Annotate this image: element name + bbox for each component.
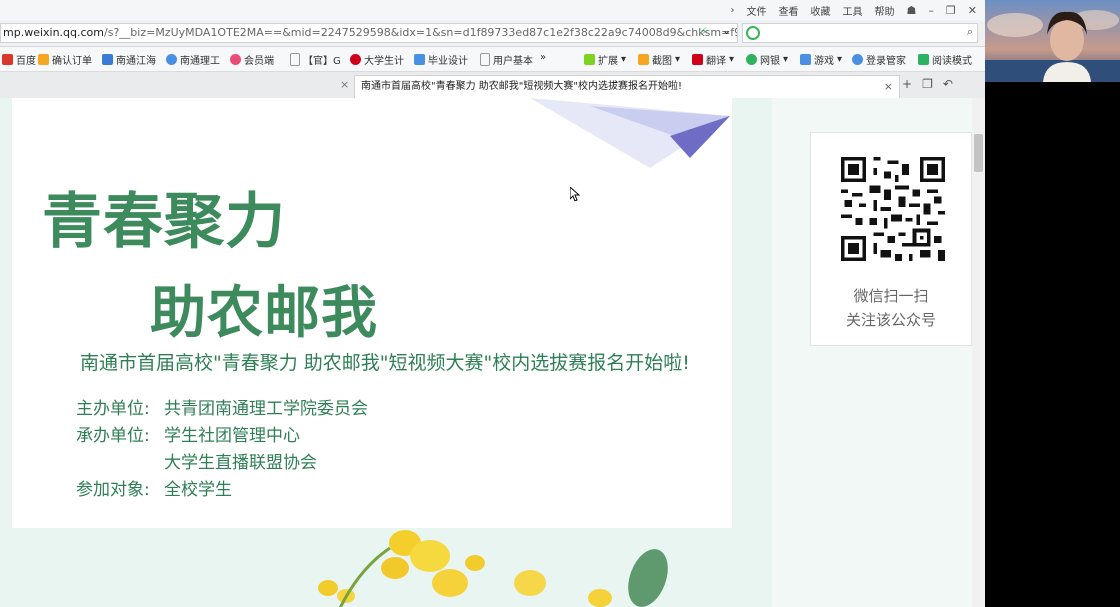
video-sidebar xyxy=(985,0,1120,607)
menu-file[interactable]: 文件 xyxy=(747,3,767,18)
organizer-line: 主办单位: 共青团南通理工学院委员会 xyxy=(76,394,368,419)
host-value-2: 大学生直播联盟协会 xyxy=(164,453,317,473)
address-bar: mp.weixin.qq.com/s?__biz=MzUyMDA1OTE2MA=… xyxy=(0,20,985,47)
toolbar-banking[interactable]: 网银 ▾ xyxy=(746,52,788,67)
bookmark-nantong-jianghai[interactable]: 南通江海 xyxy=(102,52,156,67)
close-tab-icon[interactable]: × xyxy=(340,78,349,91)
bookmark-icon xyxy=(230,54,241,65)
bookmark-icon xyxy=(414,54,425,65)
host-label: 承办单位: xyxy=(76,426,150,446)
webcam-video-feed xyxy=(985,0,1120,82)
bookmark-confirm-order[interactable]: 确认订单 xyxy=(38,52,92,67)
qr-caption-scan: 微信扫一扫 xyxy=(853,287,929,305)
toolbar-reading-mode[interactable]: 阅读模式 xyxy=(918,52,972,67)
search-icon[interactable]: ⌕ xyxy=(967,25,973,39)
url-host: mp.weixin.qq.com xyxy=(3,26,105,39)
toolbar-login-manager[interactable]: 登录管家 xyxy=(852,52,906,67)
accelerate-icon[interactable]: ⚡ xyxy=(700,25,708,38)
screenshot-icon xyxy=(638,54,649,65)
poster-card: 青春聚力 助农邮我 南通市首届高校"青春聚力 助农邮我"短视频大赛"校内选拔赛报… xyxy=(12,98,732,528)
tab-title: 南通市首届高校"青春聚力 助农邮我"短视频大赛"校内选拔赛报名开始啦! xyxy=(361,81,682,92)
participants-value: 全校学生 xyxy=(164,480,232,500)
organizer-label: 主办单位: xyxy=(76,399,150,419)
menu-bar: › 文件 查看 收藏 工具 帮助 ☗ – ❐ ✕ xyxy=(0,0,985,20)
dropdown-icon: ▾ xyxy=(783,54,789,65)
page-icon xyxy=(290,53,300,66)
participants-label: 参加对象: xyxy=(76,480,150,500)
host-line-2: 大学生直播联盟协会 xyxy=(76,448,317,473)
host-value-1: 学生社团管理中心 xyxy=(164,426,300,446)
url-input[interactable]: mp.weixin.qq.com/s?__biz=MzUyMDA1OTE2MA=… xyxy=(0,23,738,43)
article-area: 青春聚力 助农邮我 南通市首届高校"青春聚力 助农邮我"短视频大赛"校内选拔赛报… xyxy=(0,98,772,607)
undo-close-icon[interactable]: ↶ xyxy=(943,77,953,91)
reading-mode-icon xyxy=(918,54,929,65)
bookmark-member[interactable]: 会员端 xyxy=(230,52,274,67)
games-icon xyxy=(800,54,811,65)
toolbar-games[interactable]: 游戏 ▾ xyxy=(800,52,842,67)
mouse-cursor-icon xyxy=(570,187,580,201)
headline-secondary: 助农邮我 xyxy=(150,281,378,346)
page-icon xyxy=(480,53,490,66)
participants-line: 参加对象: 全校学生 xyxy=(76,475,232,500)
qr-code-image[interactable] xyxy=(841,157,945,261)
tab-article[interactable]: 南通市首届高校"青春聚力 助农邮我"短视频大赛"校内选拔赛报名开始啦! × xyxy=(354,75,900,98)
bookmark-icon xyxy=(38,54,49,65)
bookmark-nantong-ligong[interactable]: 南通理工 xyxy=(166,52,220,67)
bookmark-icon xyxy=(102,54,113,65)
skin-icon[interactable]: ☗ xyxy=(907,4,917,17)
tab-list-icon[interactable]: ❐ xyxy=(922,77,933,91)
vertical-scrollbar[interactable] xyxy=(972,98,985,607)
rapeseed-flowers-illustration xyxy=(318,530,668,607)
bookmark-user-basic[interactable]: 用户基本 xyxy=(480,52,533,67)
key-icon xyxy=(852,54,863,65)
toolbar-extensions[interactable]: 扩展 ▾ xyxy=(584,52,626,67)
translate-icon xyxy=(692,54,703,65)
paper-plane-illustration xyxy=(530,98,730,168)
url-path: /s?__biz=MzUyMDA1OTE2MA==&mid=2247529598… xyxy=(104,26,738,39)
qr-follow-panel: 微信扫一扫 关注该公众号 xyxy=(810,132,972,346)
menu-tools[interactable]: 工具 xyxy=(843,3,863,18)
toolbar-screenshot[interactable]: 截图 ▾ xyxy=(638,52,680,67)
extensions-icon xyxy=(584,54,595,65)
bookmark-icon xyxy=(166,54,177,65)
host-line: 承办单位: 学生社团管理中心 xyxy=(76,421,300,446)
menu-view[interactable]: 查看 xyxy=(779,3,799,18)
bookmark-official[interactable]: 【官】G xyxy=(290,52,341,67)
url-dropdown-icon[interactable]: ⌄ xyxy=(722,24,731,37)
new-tab-icon[interactable]: + xyxy=(902,77,912,91)
headline-primary: 青春聚力 xyxy=(42,187,286,257)
menu-expand-icon[interactable]: › xyxy=(731,5,735,16)
tab-strip: × 南通市首届高校"青春聚力 助农邮我"短视频大赛"校内选拔赛报名开始啦! × … xyxy=(0,72,985,99)
toolbar-translate[interactable]: 翻译 ▾ xyxy=(692,52,734,67)
search-engine-icon[interactable] xyxy=(746,26,760,40)
scrollbar-thumb[interactable] xyxy=(974,134,983,172)
bookmark-icon xyxy=(350,54,361,65)
menu-help[interactable]: 帮助 xyxy=(875,3,895,18)
dropdown-icon: ▾ xyxy=(837,54,843,65)
bookmarks-bar: 百度 确认订单 南通江海 南通理工 会员端 【官】G 大学生计 毕业设计 用户基… xyxy=(0,47,985,72)
dropdown-icon: ▾ xyxy=(621,54,627,65)
event-subtitle: 南通市首届高校"青春聚力 助农邮我"短视频大赛"校内选拔赛报名开始啦! xyxy=(80,352,690,374)
restore-icon[interactable]: ❐ xyxy=(946,4,956,17)
search-input[interactable]: ⌕ xyxy=(742,23,978,43)
dropdown-icon: ▾ xyxy=(675,54,681,65)
bookmark-graduation[interactable]: 毕业设计 xyxy=(414,52,468,67)
shield-icon xyxy=(746,54,757,65)
more-bookmarks-icon[interactable]: » xyxy=(540,52,546,63)
bookmark-baidu[interactable]: 百度 xyxy=(2,52,36,67)
page-viewport: 青春聚力 助农邮我 南通市首届高校"青春聚力 助农邮我"短视频大赛"校内选拔赛报… xyxy=(0,98,985,607)
organizer-value: 共青团南通理工学院委员会 xyxy=(164,399,368,419)
bookmark-student-plan[interactable]: 大学生计 xyxy=(350,52,404,67)
qr-caption-follow: 关注该公众号 xyxy=(845,311,936,329)
close-window-icon[interactable]: ✕ xyxy=(968,4,977,17)
minimize-icon[interactable]: – xyxy=(928,4,934,17)
menu-favorites[interactable]: 收藏 xyxy=(811,3,831,18)
dropdown-icon: ▾ xyxy=(729,54,735,65)
close-tab-icon[interactable]: × xyxy=(884,76,893,98)
bookmark-icon xyxy=(2,54,13,65)
